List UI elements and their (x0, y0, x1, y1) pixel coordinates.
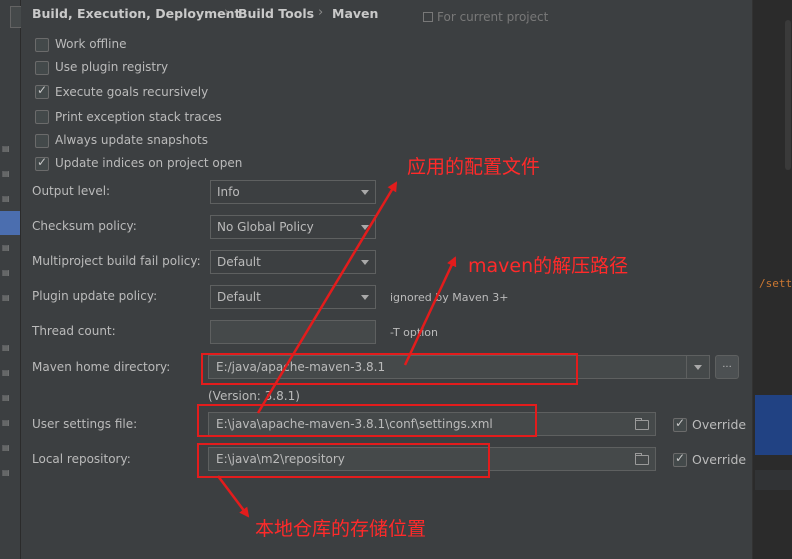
annotation-arrows (217, 181, 457, 518)
arrow-to-repository-label (217, 475, 250, 518)
annotation-maven-path: maven的解压路径 (468, 255, 629, 277)
arrow-to-maven-path-label (403, 256, 457, 366)
arrow-to-config-label (256, 181, 398, 414)
annotation-config-file: 应用的配置文件 (407, 156, 541, 178)
annotation-repository: 本地仓库的存储位置 (255, 518, 427, 540)
